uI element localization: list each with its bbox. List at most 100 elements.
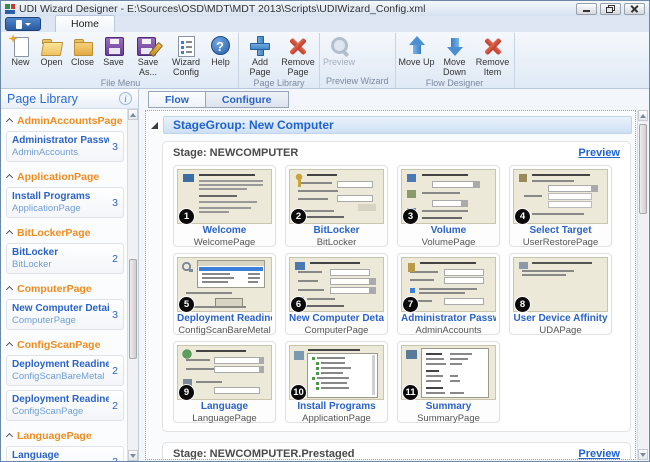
sidebar-card-subtitle: ConfigScanBareMetal — [12, 371, 109, 382]
flow-page-card[interactable]: 7 Administrator Passw... AdminAccounts — [397, 253, 500, 335]
ribbon-button[interactable]: Close — [67, 33, 98, 68]
ribbon-button-label: Save — [103, 58, 124, 68]
sidebar-card-title: Install Programs — [12, 191, 90, 203]
ribbon-button[interactable]: New — [5, 33, 36, 68]
page-card-subtitle: ApplicationPage — [289, 413, 384, 424]
remove-page-icon — [286, 34, 310, 58]
page-card-subtitle: BitLocker — [289, 237, 384, 248]
ribbon-button-label: Save As... — [130, 58, 166, 77]
sidebar-group-header[interactable]: BitLockerPage — [6, 222, 124, 242]
collapse-chevron-icon — [6, 230, 13, 237]
scroll-down-arrow[interactable] — [128, 450, 138, 461]
tab-home[interactable]: Home — [55, 15, 115, 32]
sidebar-group-label: ApplicationPage — [17, 171, 99, 183]
ribbon-group: Preview Preview Wizard — [320, 33, 396, 88]
sidebar-card-subtitle: AdminAccounts — [12, 147, 109, 158]
minimize-button[interactable] — [576, 3, 597, 15]
ribbon-button[interactable]: Move Up — [398, 33, 436, 68]
sidebar-page-card[interactable]: Deployment Readiness ConfigScanBareMetal… — [6, 355, 124, 386]
ribbon-button[interactable]: Add Page — [241, 33, 279, 77]
sidebar-card-subtitle: ApplicationPage — [12, 203, 90, 214]
flow-page-card[interactable]: 3 Volume VolumePage — [397, 165, 500, 247]
tab-flow[interactable]: Flow — [148, 91, 206, 108]
close-button[interactable] — [624, 3, 645, 15]
scrollbar-thumb[interactable] — [129, 259, 137, 359]
titlebar: UDI Wizard Designer - E:\Sources\OSD\MDT… — [1, 1, 649, 16]
sidebar-card-title: New Computer Details — [12, 303, 109, 315]
collapse-chevron-icon — [6, 286, 13, 293]
preview-link[interactable]: Preview — [578, 448, 620, 460]
flow-page-card[interactable]: 4 Select Target UserRestorePage — [509, 165, 612, 247]
page-card-title: Select Target — [513, 225, 608, 237]
scroll-down-arrow[interactable] — [638, 449, 648, 460]
sidebar-group-header[interactable]: ConfigScanPage — [6, 334, 124, 354]
save-as-icon — [136, 34, 160, 58]
flow-page-card[interactable]: 6 New Computer Details ComputerPage — [285, 253, 388, 335]
collapse-chevron-icon — [6, 174, 13, 181]
flow-page-card[interactable]: 8 User Device Affinity UDAPage — [509, 253, 612, 335]
ribbon-group: New Open Close — [3, 33, 239, 88]
stagegroup-header[interactable]: StageGroup: New Computer — [163, 116, 632, 134]
sidebar-card-count: 2 — [109, 400, 118, 412]
close-icon — [630, 4, 639, 13]
flow-page-card[interactable]: 11 Summary SummaryPage — [397, 341, 500, 423]
sidebar-page-card[interactable]: BitLocker BitLocker 2 — [6, 243, 124, 274]
scroll-up-arrow[interactable] — [128, 109, 138, 120]
sidebar-page-card[interactable]: Language LanguagePage 3 — [6, 446, 124, 461]
flow-designer-panel: Flow Configure StageGroup: New Computer … — [139, 89, 649, 461]
stage-section-prestaged: Stage: NEWCOMPUTER.Prestaged Preview — [162, 442, 631, 460]
ribbon-button[interactable]: Save As... — [129, 33, 167, 77]
sidebar-card-title: Administrator Password — [12, 135, 109, 147]
ribbon-button[interactable]: Save — [98, 33, 129, 68]
ribbon-button-label: Close — [71, 58, 94, 68]
sidebar-group-label: ConfigScanPage — [17, 339, 100, 351]
stage-title: Stage: NEWCOMPUTER — [173, 147, 298, 159]
ribbon-button[interactable]: Preview — [322, 33, 356, 68]
page-card-subtitle: WelcomePage — [177, 237, 272, 248]
content-area: Page Library i AdminAccountsPage — [1, 89, 649, 461]
ribbon-button[interactable]: Wizard Config — [167, 33, 205, 77]
ribbon-tabstrip: Home — [1, 16, 649, 32]
scrollbar-thumb[interactable] — [639, 124, 647, 214]
sidebar-group-header[interactable]: LanguagePage — [6, 425, 124, 445]
page-number-badge: 4 — [515, 209, 530, 224]
ribbon-button[interactable]: Remove Page — [279, 33, 317, 77]
restore-button[interactable] — [600, 3, 621, 15]
tab-configure[interactable]: Configure — [205, 91, 289, 108]
flow-page-card[interactable]: 10 Install Programs ApplicationPage — [285, 341, 388, 423]
page-card-subtitle: AdminAccounts — [401, 325, 496, 336]
sidebar-group-header[interactable]: AdminAccountsPage — [6, 110, 124, 130]
sidebar-group-header[interactable]: ApplicationPage — [6, 166, 124, 186]
ribbon-button[interactable]: Open — [36, 33, 67, 68]
app-menu-button[interactable] — [5, 17, 41, 31]
flow-page-card[interactable]: 1 Welcome WelcomePage — [173, 165, 276, 247]
ribbon-button[interactable]: Move Down — [436, 33, 474, 77]
collapse-chevron-icon — [6, 118, 13, 125]
sidebar-group-header[interactable]: ComputerPage — [6, 278, 124, 298]
info-icon[interactable]: i — [119, 92, 132, 105]
page-number-badge: 5 — [179, 297, 194, 312]
flow-page-card[interactable]: 5 Deployment Readiness ConfigScanBareMet… — [173, 253, 276, 335]
ribbon-button[interactable]: Remove Item — [474, 33, 512, 77]
sidebar-card-count: 2 — [109, 365, 118, 377]
expander-triangle-icon[interactable] — [151, 122, 158, 129]
sidebar-card-count: 3 — [109, 456, 118, 462]
flow-page-card[interactable]: 2 BitLocker BitLocker — [285, 165, 388, 247]
main-scrollbar[interactable] — [637, 110, 648, 460]
page-card-title: Volume — [401, 225, 496, 237]
sidebar-header: Page Library i — [1, 89, 138, 109]
move-up-icon — [405, 34, 429, 58]
sidebar-page-card[interactable]: Administrator Password AdminAccounts 3 — [6, 131, 124, 162]
sidebar-card-count: 3 — [109, 197, 118, 209]
dropdown-caret-icon — [25, 23, 31, 26]
scroll-up-arrow[interactable] — [638, 110, 648, 121]
sidebar-page-card[interactable]: Deployment Readiness ConfigScanPage 2 — [6, 390, 124, 421]
sidebar-page-card[interactable]: New Computer Details ComputerPage 3 — [6, 299, 124, 330]
ribbon-button[interactable]: Help — [205, 33, 236, 68]
ribbon-group-label: Preview Wizard — [322, 75, 393, 88]
preview-link[interactable]: Preview — [578, 147, 620, 159]
sidebar-scrollbar[interactable] — [127, 109, 138, 461]
remove-item-icon — [481, 34, 505, 58]
sidebar-page-card[interactable]: Install Programs ApplicationPage 3 — [6, 187, 124, 218]
flow-page-card[interactable]: 9 Language LanguagePage — [173, 341, 276, 423]
